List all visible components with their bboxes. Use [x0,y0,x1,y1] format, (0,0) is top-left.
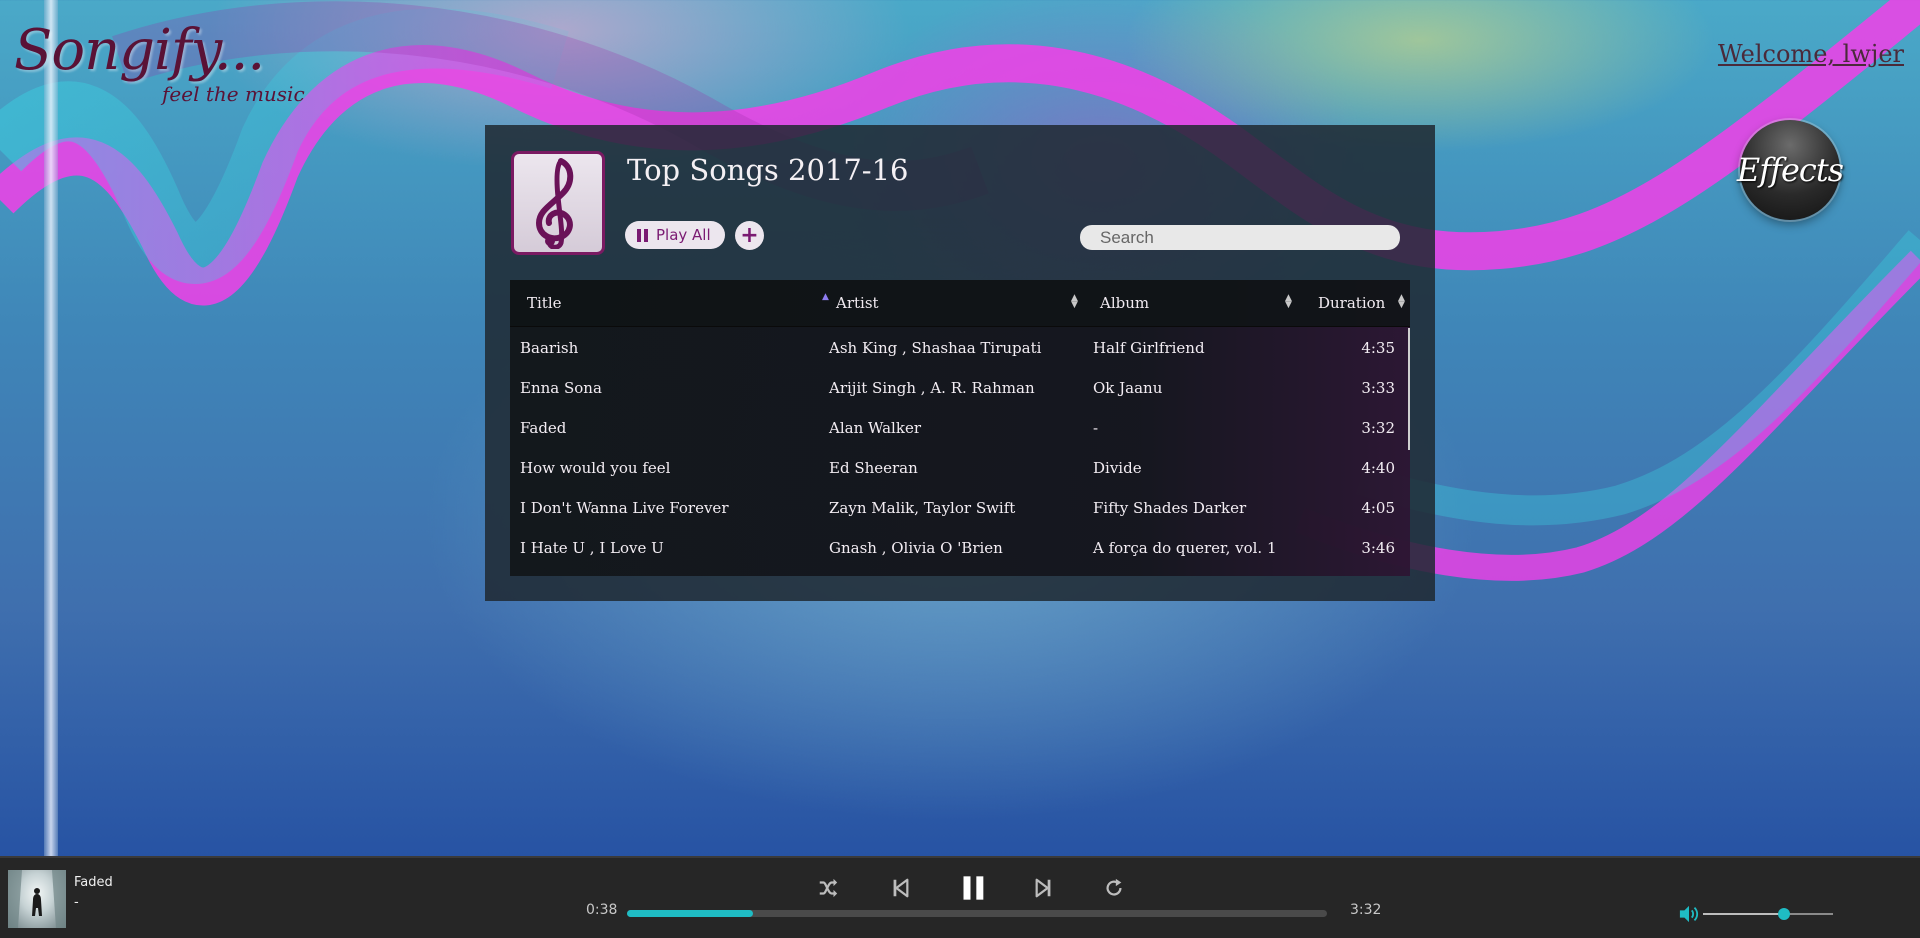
logo-tagline: feel the music [162,82,305,106]
song-title: How would you feel [520,459,671,477]
song-title: Enna Sona [520,379,602,397]
progress-bar[interactable] [627,910,1327,917]
previous-icon [893,878,909,898]
song-artist: Ash King , Shashaa Tirupati [829,339,1042,357]
sort-ascending-icon: ▲ [822,292,829,302]
column-title-label: Title [527,294,562,312]
previous-button[interactable] [886,874,914,902]
column-header-album[interactable]: Album ▲ ▼ [1100,280,1296,326]
now-playing-thumbnail [8,870,66,928]
pause-button[interactable] [958,872,990,904]
effects-button[interactable]: Effects [1736,120,1844,220]
song-duration: 4:05 [1361,499,1395,517]
songs-list: Baarish Ash King , Shashaa Tirupati Half… [510,327,1410,568]
play-all-button[interactable]: Play All [625,221,725,249]
song-duration: 4:40 [1361,459,1395,477]
column-header-title[interactable]: Title ▲ [527,280,829,326]
table-row[interactable]: Enna Sona Arijit Singh , A. R. Rahman Ok… [510,368,1410,408]
table-header: Title ▲ Artist ▲ ▼ Album ▲ ▼ Duration ▲ ▼ [510,280,1410,327]
player-bar: Faded - 0:38 3:32 [0,856,1920,938]
song-album: Divide [1093,459,1142,477]
pause-icon [637,228,648,242]
elapsed-time: 0:38 [586,902,618,918]
progress-fill [627,910,753,917]
song-duration: 3:46 [1361,539,1395,557]
logo-text: Songify... [14,18,265,83]
total-time: 3:32 [1350,902,1382,918]
column-header-duration[interactable]: Duration ▲ ▼ [1318,280,1408,326]
song-artist: Zayn Malik, Taylor Swift [829,499,1016,517]
volume-fill [1703,913,1784,915]
column-artist-label: Artist [836,294,879,312]
playlist-cover [511,151,605,255]
treble-clef-icon [535,158,574,249]
table-row[interactable]: Baarish Ash King , Shashaa Tirupati Half… [510,328,1410,368]
welcome-user-link[interactable]: Welcome, lwjer [1718,40,1904,68]
table-row[interactable]: I Hate U , I Love U Gnash , Olivia O 'Br… [510,528,1410,568]
sort-icon: ▲ ▼ [1071,293,1078,310]
song-album: - [1093,419,1099,437]
playlist-panel: Top Songs 2017-16 Play All + Title ▲ Art… [485,125,1435,601]
volume-icon [1679,905,1699,923]
now-playing-title: Faded [74,875,113,890]
effects-label: Effects [1736,151,1844,189]
shuffle-icon [819,878,838,898]
volume-slider[interactable] [1703,908,1833,920]
table-row[interactable]: I Don't Wanna Live Forever Zayn Malik, T… [510,488,1410,528]
now-playing-artist: - [74,895,79,910]
volume-knob[interactable] [1777,908,1790,920]
song-duration: 3:33 [1361,379,1395,397]
song-duration: 3:32 [1361,419,1395,437]
song-album: Half Girlfriend [1093,339,1205,357]
volume-button[interactable] [1678,904,1700,924]
sort-icon: ▲ ▼ [1285,293,1292,310]
column-header-artist[interactable]: Artist ▲ ▼ [836,280,1078,326]
song-title: Baarish [520,339,579,357]
table-row[interactable]: How would you feel Ed Sheeran Divide 4:4… [510,448,1410,488]
search-input[interactable] [1080,225,1400,250]
songs-table: Title ▲ Artist ▲ ▼ Album ▲ ▼ Duration ▲ ▼ B… [510,280,1410,576]
background-light-pole [44,0,58,856]
song-album: A força do querer, vol. 1 [1093,539,1277,557]
song-album: Fifty Shades Darker [1093,499,1247,517]
song-duration: 4:35 [1361,339,1395,357]
column-album-label: Album [1100,294,1150,312]
shuffle-button[interactable] [814,874,842,902]
column-duration-label: Duration [1318,294,1386,312]
song-artist: Ed Sheeran [829,459,918,477]
table-row[interactable]: Faded Alan Walker - 3:32 [510,408,1410,448]
next-icon [1035,878,1051,898]
app-logo[interactable]: Songify... feel the music [14,18,314,113]
pause-icon [963,876,984,900]
song-artist: Alan Walker [829,419,921,437]
song-title: Faded [520,419,567,437]
table-scrollbar[interactable] [1408,328,1410,450]
next-button[interactable] [1030,874,1058,902]
add-to-playlist-button[interactable]: + [735,221,764,250]
song-artist: Arijit Singh , A. R. Rahman [829,379,1035,397]
sort-icon: ▲ ▼ [1398,293,1405,310]
song-album: Ok Jaanu [1093,379,1163,397]
repeat-icon [1106,878,1122,896]
song-title: I Don't Wanna Live Forever [520,499,729,517]
repeat-button[interactable] [1100,874,1128,902]
play-all-label: Play All [656,226,711,244]
song-artist: Gnash , Olivia O 'Brien [829,539,1003,557]
playlist-title: Top Songs 2017-16 [627,153,909,187]
song-title: I Hate U , I Love U [520,539,664,557]
